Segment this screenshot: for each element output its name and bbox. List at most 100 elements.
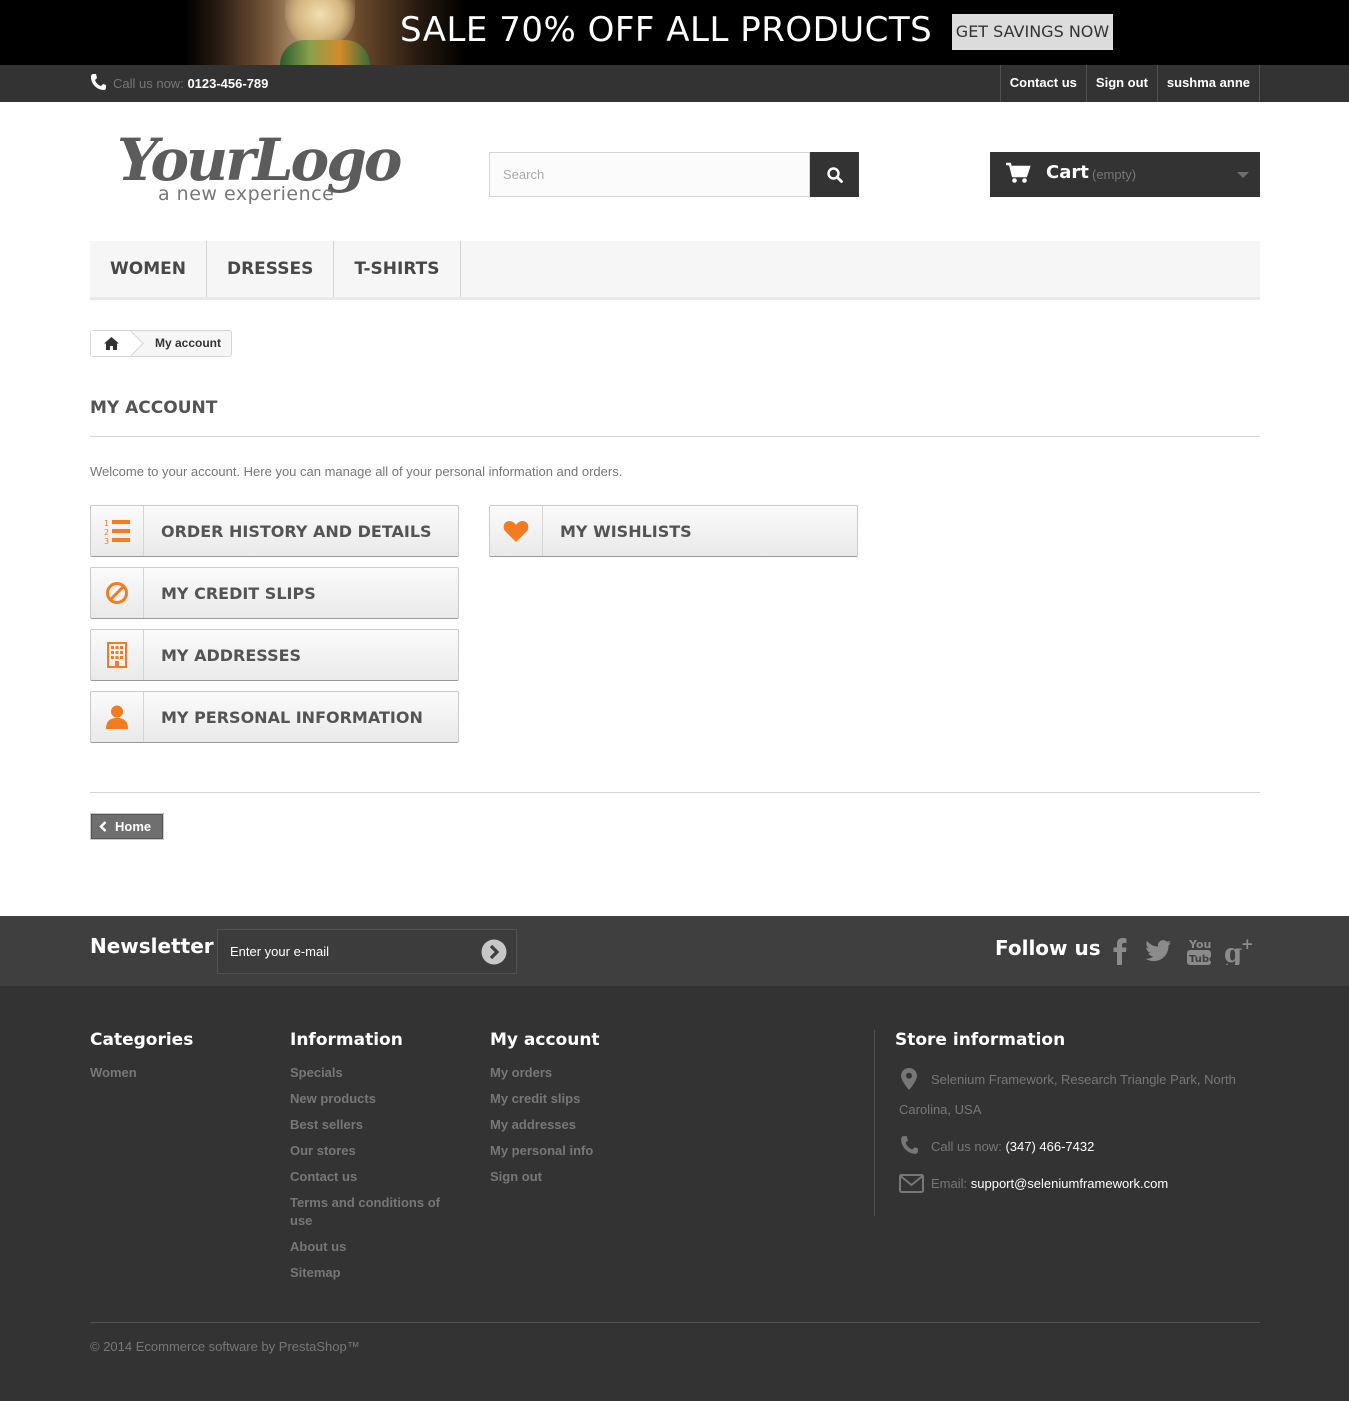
- building-icon: [107, 642, 127, 668]
- addresses-button[interactable]: MY ADDRESSES: [90, 629, 459, 681]
- store-email: Email: support@seleniumframework.com: [931, 1169, 1168, 1199]
- banner-headline: SALE 70% OFF ALL PRODUCTS: [400, 10, 933, 50]
- svg-text:a new experience: a new experience: [158, 183, 334, 205]
- footer-link[interactable]: My personal info: [490, 1142, 600, 1160]
- store-email-label: Email:: [931, 1176, 968, 1191]
- main-menu: WOMEN DRESSES T-SHIRTS: [90, 241, 1260, 300]
- menu-item-tshirts[interactable]: T-SHIRTS: [334, 241, 461, 297]
- chevron-left-icon: [99, 821, 107, 832]
- footer-categories: Categories Women: [90, 1030, 193, 1090]
- cart-status: (empty): [1092, 167, 1137, 182]
- menu-item-dresses[interactable]: DRESSES: [207, 241, 335, 297]
- footer-information: Information Specials New products Best s…: [290, 1030, 460, 1290]
- twitter-icon[interactable]: [1144, 935, 1174, 967]
- call-us-phone: 0123-456-789: [187, 76, 269, 91]
- newsletter-title: Newsletter: [90, 934, 214, 958]
- call-us-text: Call us now: 0123-456-789: [113, 76, 268, 91]
- cart-label: Cart: [1046, 162, 1089, 183]
- footer-link[interactable]: Sitemap: [290, 1264, 460, 1282]
- svg-text:g: g: [1224, 939, 1242, 965]
- svg-text:Tube: Tube: [1189, 954, 1212, 965]
- store-information: Store information Selenium Framework, Re…: [895, 1030, 1260, 1193]
- facebook-icon[interactable]: [1105, 935, 1135, 967]
- footer-link[interactable]: Specials: [290, 1064, 460, 1082]
- top-nav-bar: Call us now: 0123-456-789 Contact us Sig…: [0, 65, 1349, 102]
- menu-item-women[interactable]: WOMEN: [90, 241, 207, 297]
- footer-link[interactable]: My orders: [490, 1064, 600, 1082]
- search-button[interactable]: [810, 152, 859, 197]
- footer-link[interactable]: About us: [290, 1238, 460, 1256]
- store-email-link[interactable]: support@seleniumframework.com: [971, 1176, 1168, 1191]
- get-savings-button[interactable]: GET SAVINGS NOW: [952, 14, 1113, 50]
- footer-divider: [874, 1030, 875, 1216]
- sign-out-link[interactable]: Sign out: [1085, 65, 1157, 102]
- wishlists-button[interactable]: MY WISHLISTS: [489, 505, 858, 557]
- svg-text:2: 2: [104, 528, 109, 537]
- footer-link[interactable]: Our stores: [290, 1142, 460, 1160]
- footer-link[interactable]: Contact us: [290, 1168, 460, 1186]
- list-ol-icon: 1 2 3: [104, 519, 130, 544]
- footer-categories-title: Categories: [90, 1030, 194, 1050]
- store-phone: Call us now: (347) 466-7432: [931, 1132, 1094, 1162]
- content-divider: [90, 792, 1260, 793]
- footer-link[interactable]: Terms and conditions of use: [290, 1194, 460, 1230]
- search-form: [489, 152, 859, 197]
- breadcrumb-home[interactable]: [91, 331, 131, 356]
- store-phone-number: (347) 466-7432: [1005, 1139, 1095, 1154]
- footer-my-account: My account My orders My credit slips My …: [490, 1030, 600, 1194]
- svg-text:+: +: [1241, 937, 1254, 953]
- map-marker-icon: [901, 1068, 917, 1090]
- ban-icon: [106, 582, 128, 604]
- footer-link[interactable]: Women: [90, 1064, 193, 1082]
- account-user-link[interactable]: sushma anne: [1156, 65, 1260, 102]
- breadcrumb-current: My account: [155, 336, 222, 350]
- cart-icon: [1006, 162, 1031, 183]
- store-information-title: Store information: [895, 1030, 1066, 1050]
- footer-link[interactable]: Sign out: [490, 1168, 600, 1186]
- chevron-down-icon: [1237, 172, 1249, 178]
- store-address-line2: Carolina, USA: [899, 1102, 982, 1117]
- newsletter-email-input[interactable]: [218, 930, 478, 973]
- home-button[interactable]: Home: [90, 813, 164, 840]
- svg-text:1: 1: [104, 519, 109, 528]
- personal-info-label: MY PERSONAL INFORMATION: [161, 707, 423, 727]
- order-history-label: ORDER HISTORY AND DETAILS: [161, 521, 432, 541]
- svg-text:You: You: [1188, 938, 1211, 951]
- youtube-icon[interactable]: You Tube: [1184, 935, 1214, 967]
- footer-link[interactable]: My credit slips: [490, 1090, 600, 1108]
- footer: Categories Women Information Specials Ne…: [0, 986, 1349, 1401]
- copyright-text[interactable]: © 2014 Ecommerce software by PrestaShop™: [90, 1339, 360, 1354]
- header-nav-links: Contact us Sign out sushma anne: [999, 65, 1260, 102]
- addresses-label: MY ADDRESSES: [161, 645, 302, 665]
- footer-link[interactable]: My addresses: [490, 1116, 600, 1134]
- svg-text:3: 3: [104, 537, 109, 544]
- phone-icon: [91, 74, 106, 90]
- newsletter-form: [217, 929, 517, 974]
- phone-icon: [901, 1136, 918, 1154]
- envelope-icon: [899, 1174, 924, 1193]
- cart-button[interactable]: Cart (empty): [990, 152, 1260, 197]
- search-input[interactable]: [489, 152, 810, 197]
- welcome-text: Welcome to your account. Here you can ma…: [90, 464, 623, 479]
- search-icon: [826, 166, 843, 183]
- footer-link[interactable]: Best sellers: [290, 1116, 460, 1134]
- store-logo[interactable]: YourLogo a new experience: [115, 122, 405, 212]
- footer-my-account-title: My account: [490, 1030, 600, 1050]
- credit-slips-button[interactable]: MY CREDIT SLIPS: [90, 567, 459, 619]
- footer-link[interactable]: New products: [290, 1090, 460, 1108]
- order-history-button[interactable]: 1 2 3 ORDER HISTORY AND DETAILS: [90, 505, 459, 557]
- contact-us-link[interactable]: Contact us: [999, 65, 1086, 102]
- home-button-label: Home: [115, 819, 152, 834]
- google-plus-icon[interactable]: g +: [1224, 935, 1254, 967]
- wishlists-label: MY WISHLISTS: [560, 521, 692, 541]
- user-icon: [106, 705, 128, 729]
- breadcrumb: My account: [90, 330, 233, 357]
- page-title: MY ACCOUNT: [90, 398, 1260, 437]
- store-call-label: Call us now:: [931, 1139, 1002, 1154]
- follow-us-title: Follow us: [995, 936, 1101, 960]
- home-icon: [103, 337, 119, 350]
- promo-banner[interactable]: SALE 70% OFF ALL PRODUCTS GET SAVINGS NO…: [0, 0, 1349, 65]
- newsletter-submit-icon[interactable]: [481, 939, 507, 965]
- personal-info-button[interactable]: MY PERSONAL INFORMATION: [90, 691, 459, 743]
- call-us-label: Call us now:: [113, 76, 184, 91]
